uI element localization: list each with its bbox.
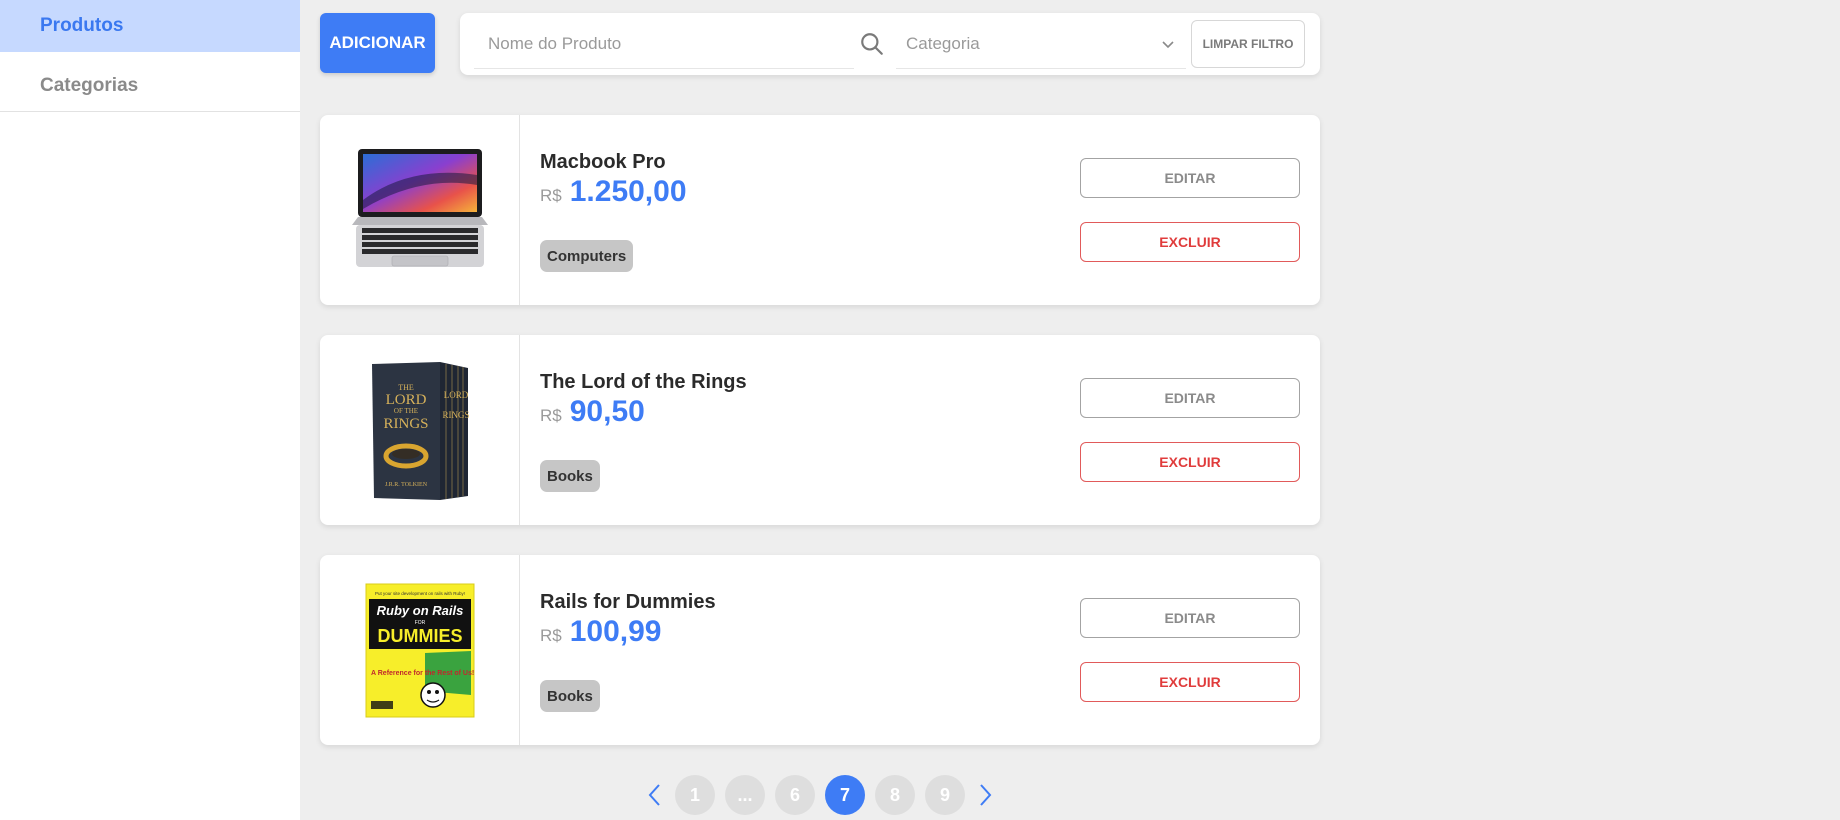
sidebar-item-label: Categorias <box>40 74 139 96</box>
delete-button[interactable]: EXCLUIR <box>1080 222 1300 262</box>
product-price: 1.250,00 <box>569 175 687 208</box>
category-badge: Books <box>540 680 600 712</box>
product-card: Put your site development on rails with … <box>320 555 1320 745</box>
sidebar-item-produtos[interactable]: Produtos <box>0 0 300 52</box>
search-input[interactable] <box>474 19 854 69</box>
book-box-set-image: THE LORD OF THE RINGS J.R.R. TOLKIEN LOR… <box>371 361 469 500</box>
add-button-label: ADICIONAR <box>329 33 426 52</box>
book-cover-image: Put your site development on rails with … <box>365 583 474 717</box>
pagination: 1 ... 6 7 8 9 <box>640 775 1000 815</box>
next-page-button[interactable] <box>970 775 1000 815</box>
page-number: 9 <box>939 784 950 805</box>
product-card: THE LORD OF THE RINGS J.R.R. TOLKIEN LOR… <box>320 335 1320 525</box>
page-button-7-current[interactable]: 7 <box>825 775 865 815</box>
edit-button-label: EDITAR <box>1164 170 1216 186</box>
product-price: 100,99 <box>569 615 662 648</box>
delete-button-label: EXCLUIR <box>1159 454 1221 470</box>
book-subtitle: A Reference for the Rest of Us! <box>371 670 474 677</box>
currency-label: R$ <box>540 406 562 425</box>
book-title-line: THE <box>398 383 414 392</box>
page-ellipsis[interactable]: ... <box>725 775 765 815</box>
product-name: Macbook Pro <box>540 151 666 173</box>
delete-button-label: EXCLUIR <box>1159 234 1221 250</box>
book-author: J.R.R. TOLKIEN <box>384 482 427 488</box>
book-title-line: RINGS <box>383 416 428 432</box>
book-title-line: LORD <box>443 390 468 400</box>
currency-label: R$ <box>540 186 562 205</box>
page-number: 6 <box>789 784 800 805</box>
page-button-9[interactable]: 9 <box>925 775 965 815</box>
book-title-line: Ruby on Rails <box>376 603 463 618</box>
page-number: 1 <box>689 784 700 805</box>
product-image-cell: THE LORD OF THE RINGS J.R.R. TOLKIEN LOR… <box>320 335 520 525</box>
delete-button[interactable]: EXCLUIR <box>1080 442 1300 482</box>
product-name: The Lord of the Rings <box>540 371 747 393</box>
product-image-cell <box>320 115 520 305</box>
category-badge: Computers <box>540 240 634 272</box>
price-row: R$ 1.250,00 <box>540 175 687 209</box>
category-badge-label: Computers <box>547 247 627 265</box>
category-select-value: Categoria <box>906 33 980 53</box>
edit-button[interactable]: EDITAR <box>1080 598 1300 638</box>
edit-button-label: EDITAR <box>1164 610 1216 626</box>
edit-button[interactable]: EDITAR <box>1080 158 1300 198</box>
page-button-6[interactable]: 6 <box>775 775 815 815</box>
book-title-line: RINGS <box>442 410 469 420</box>
page-button-8[interactable]: 8 <box>875 775 915 815</box>
sidebar-item-categorias[interactable]: Categorias <box>0 60 300 112</box>
product-name: Rails for Dummies <box>540 591 716 613</box>
book-title-line: OF THE <box>393 407 417 415</box>
sidebar-item-label: Produtos <box>40 15 124 36</box>
delete-button-label: EXCLUIR <box>1159 674 1221 690</box>
edit-button[interactable]: EDITAR <box>1080 378 1300 418</box>
book-title-line: DUMMIES <box>377 626 462 646</box>
currency-label: R$ <box>540 626 562 645</box>
page-number: 7 <box>839 784 850 805</box>
product-price: 90,50 <box>569 395 645 428</box>
category-badge-label: Books <box>547 687 593 705</box>
category-select[interactable]: Categoria <box>896 19 1186 69</box>
page-number: 8 <box>889 784 900 805</box>
price-row: R$ 90,50 <box>540 395 645 429</box>
product-image-cell: Put your site development on rails with … <box>320 555 520 745</box>
chevron-down-icon <box>1162 41 1174 49</box>
page-number: ... <box>737 784 753 805</box>
add-button[interactable]: ADICIONAR <box>320 13 435 73</box>
clear-filter-label: LIMPAR FILTRO <box>1202 37 1294 51</box>
previous-page-button[interactable] <box>640 775 670 815</box>
sidebar: Produtos Categorias <box>0 0 300 820</box>
filter-bar: Categoria LIMPAR FILTRO <box>460 13 1320 75</box>
laptop-image <box>351 149 488 267</box>
search-icon[interactable] <box>859 31 885 57</box>
book-tagline: Put your site development on rails with … <box>374 591 464 596</box>
book-title-line: LORD <box>385 392 426 408</box>
delete-button[interactable]: EXCLUIR <box>1080 662 1300 702</box>
chevron-right-icon <box>980 784 992 806</box>
category-badge: Books <box>540 460 600 492</box>
clear-filter-button[interactable]: LIMPAR FILTRO <box>1191 20 1305 68</box>
chevron-left-icon <box>648 784 660 806</box>
price-row: R$ 100,99 <box>540 615 662 649</box>
product-card: Macbook Pro R$ 1.250,00 Computers EDITAR… <box>320 115 1320 305</box>
page-button-1[interactable]: 1 <box>675 775 715 815</box>
category-badge-label: Books <box>547 467 593 485</box>
edit-button-label: EDITAR <box>1164 390 1216 406</box>
